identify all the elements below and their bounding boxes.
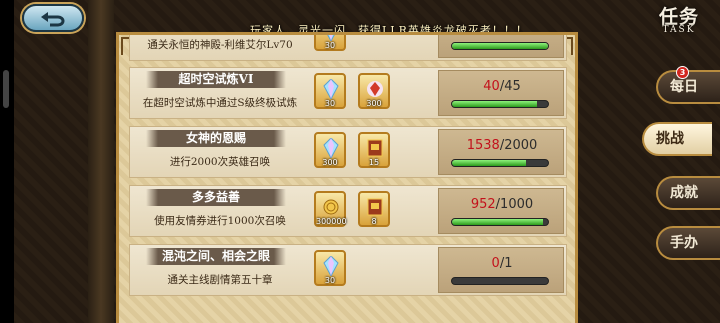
reward-item[interactable]: 15 [358,132,390,168]
task-title: 女神的恩赐 [146,130,286,147]
progress-text: 1538/2000 [439,138,565,153]
progress-bar [451,100,549,108]
diamond-icon [323,78,339,101]
progress-bar [451,42,549,50]
task-description: 进行2000次英雄召唤 [169,156,271,168]
reward-quantity: 300 [322,158,338,167]
task-row[interactable]: 超时空试炼VI 在超时空试炼中通过S级终极试炼 30 300 40/45 [129,67,567,119]
progress-bar-fill [452,219,544,225]
reward-quantity: 30 [324,41,336,50]
progress-text: 952/1000 [439,197,565,212]
diamond-icon [323,137,339,160]
task-description: 在超时空试炼中通过S级终极试炼 [142,97,298,109]
back-button[interactable] [22,4,84,32]
panel-frame-left [88,0,114,323]
reward-quantity: 300000 [316,217,347,226]
tab-2[interactable]: 成就 [656,176,720,210]
reward-quantity: 300 [366,99,382,108]
coin-icon [323,197,339,217]
progress-current: 40 [483,79,500,94]
reward-quantity: 30 [324,99,336,108]
reward-item[interactable]: 300 [358,73,390,109]
tab-1[interactable]: 挑战 [642,122,712,156]
edge-handle[interactable] [3,70,9,108]
progress-text: 0/1 [439,256,565,271]
progress-box: 952/1000 [438,188,564,234]
progress-total: /1000 [495,197,534,212]
reward-item[interactable]: 8 [358,191,390,227]
progress-current: 952 [470,197,496,212]
tab-0[interactable]: 每日 3 [656,66,720,104]
reward-item[interactable]: 300 [314,132,346,168]
tab-label: 手办 [670,235,698,251]
reward-item[interactable]: 30 [314,250,346,286]
diamond-icon [323,255,339,278]
red-crystal-icon [367,79,383,99]
task-description: 使用友情券进行1000次召唤 [154,215,286,227]
task-row[interactable]: 女神的恩赐进行2000次英雄召唤 300 15 1538/2000 [129,126,567,178]
task-title: 多多益善 [146,189,286,206]
reward-item[interactable]: 30 [314,73,346,109]
task-row[interactable]: 通关永恒的神殿-利维艾尔Lv70 30 [129,35,567,61]
tab-3[interactable]: 手办 [656,226,720,260]
progress-bar-fill [452,101,538,107]
progress-total: /2000 [499,138,538,153]
progress-box: 40/45 [438,70,564,116]
reward-item[interactable]: 300000 [314,191,347,227]
progress-box [438,35,564,58]
task-row[interactable]: 多多益善使用友情券进行1000次召唤 300000 8 952/1000 [129,185,567,237]
notification-badge: 3 [676,66,689,79]
task-list-panel[interactable]: 通关永恒的神殿-利维艾尔Lv70 30 超时空试炼VI 在超时空试炼中通过S级终极… [116,32,578,323]
task-row[interactable]: 混沌之间、相会之眼通关主线剧情第五十章 30 0/1 [129,244,567,296]
tab-label: 挑战 [656,131,684,147]
progress-bar [451,159,549,167]
diamond-icon [323,35,339,43]
progress-text: 40/45 [439,79,565,94]
progress-current: 1538 [466,138,500,153]
progress-box: 0/1 [438,247,564,293]
page-title: 任务 TASK [646,2,712,35]
summon-ticket-icon [367,138,383,158]
task-description: 通关永恒的神殿-利维艾尔Lv70 [147,39,293,51]
progress-total: /1 [499,256,513,271]
tab-label: 每日 [670,79,698,95]
task-description: 通关主线剧情第五十章 [167,274,273,286]
progress-bar [451,277,549,285]
progress-bar [451,218,549,226]
task-title: 超时空试炼VI [146,71,286,88]
reward-quantity: 30 [324,276,336,285]
reward-quantity: 15 [368,158,380,167]
reward-quantity: 8 [371,217,377,226]
tab-label: 成就 [670,185,698,201]
summon-ticket-icon [367,197,383,217]
progress-bar-fill [452,43,548,49]
task-title: 混沌之间、相会之眼 [146,248,286,265]
progress-box: 1538/2000 [438,129,564,175]
progress-total: /45 [499,79,521,94]
page-subtitle-text: TASK [662,25,696,35]
progress-current: 0 [491,256,500,271]
reward-item[interactable]: 30 [314,35,346,51]
progress-bar-fill [452,160,526,166]
system-edge-strip [0,0,14,323]
back-arrow-icon [41,12,65,27]
